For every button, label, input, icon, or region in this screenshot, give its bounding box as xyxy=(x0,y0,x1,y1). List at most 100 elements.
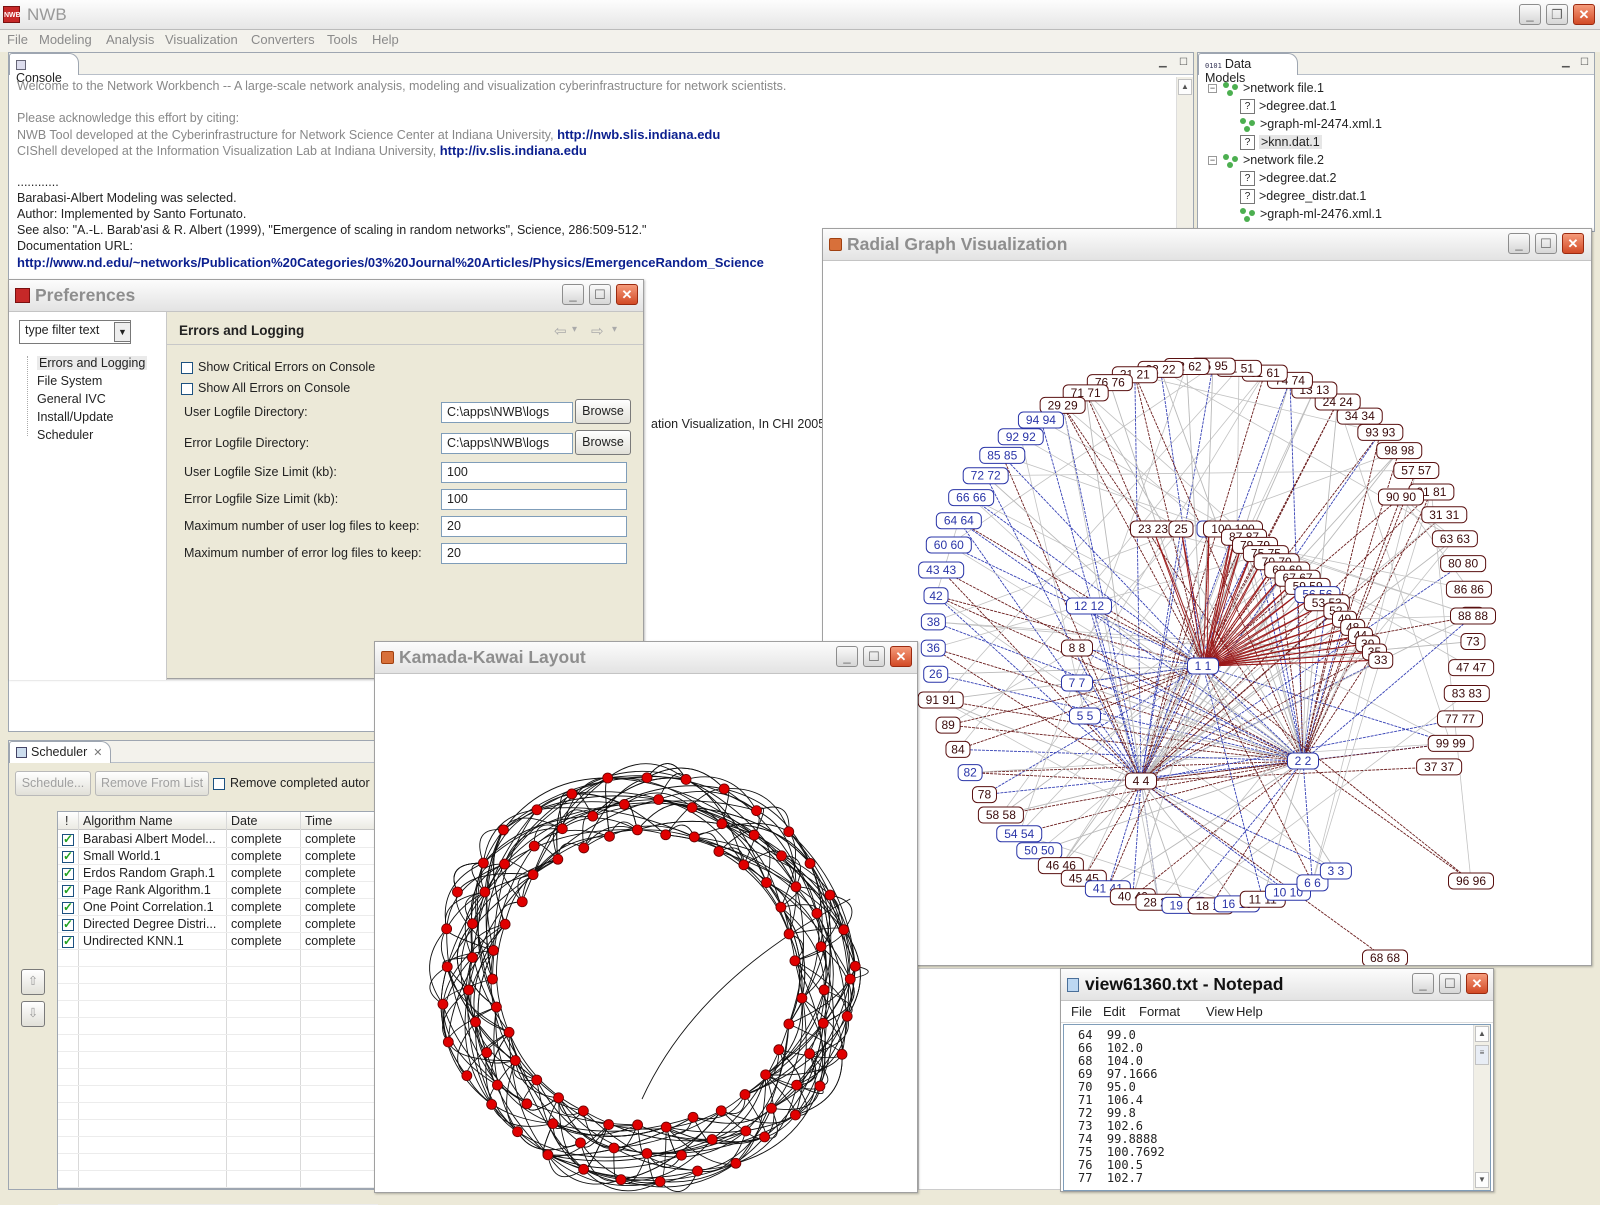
radial-node[interactable]: 26 xyxy=(923,665,949,683)
kk-node[interactable] xyxy=(660,829,672,841)
radial-graph-canvas[interactable]: 37 3799 9977 7783 8347 47736586 8680 806… xyxy=(823,261,1591,965)
radial-node[interactable]: 84 xyxy=(945,740,971,758)
kk-node[interactable] xyxy=(804,1048,815,1060)
tab-scheduler[interactable]: Scheduler ✕ xyxy=(9,741,111,763)
radial-node[interactable]: 29 29 xyxy=(1039,396,1086,414)
kk-node[interactable] xyxy=(817,1017,829,1029)
radial-node[interactable]: 88 88 xyxy=(1450,607,1496,625)
table-row[interactable]: Erdos Random Graph.1 complete complete xyxy=(58,866,378,882)
kk-node[interactable] xyxy=(492,1079,503,1091)
schedule-button[interactable]: Schedule... xyxy=(15,771,91,796)
preferences-minimize-button[interactable]: _ xyxy=(562,284,584,305)
notepad-menu-edit[interactable]: Edit xyxy=(1103,1004,1125,1019)
kk-node[interactable] xyxy=(553,1092,564,1104)
kk-node[interactable] xyxy=(838,924,850,936)
kk-node[interactable] xyxy=(715,1105,727,1117)
kk-node[interactable] xyxy=(783,1018,795,1030)
menu-visualization[interactable]: Visualization xyxy=(165,32,238,47)
radial-node[interactable]: 43 43 xyxy=(918,561,965,579)
radial-node[interactable]: 4 4 xyxy=(1125,772,1157,790)
notepad-menu-format[interactable]: Format xyxy=(1139,1004,1180,1019)
menu-modeling[interactable]: Modeling xyxy=(39,32,92,47)
kamada-maximize-button[interactable]: ☐ xyxy=(863,646,885,667)
radial-node[interactable]: 86 86 xyxy=(1445,580,1492,598)
kk-node[interactable] xyxy=(660,1121,672,1133)
notepad-text-area[interactable]: ▲ ≡ ▼ 64 99.0 66 102.0 68 104.0 69 97.1666 7… xyxy=(1063,1024,1491,1191)
radial-node[interactable]: 99 99 xyxy=(1427,734,1474,752)
kk-node[interactable] xyxy=(773,1044,785,1056)
kk-node[interactable] xyxy=(775,901,787,913)
pref-tree-general-ivc[interactable]: General IVC xyxy=(37,392,106,406)
kamada-close-button[interactable]: ✕ xyxy=(890,646,912,667)
minimize-button[interactable]: _ xyxy=(1519,4,1541,25)
radial-node[interactable]: 83 83 xyxy=(1443,685,1490,703)
menu-file[interactable]: File xyxy=(7,32,28,47)
table-row[interactable]: Directed Degree Distri... complete complet… xyxy=(58,917,378,933)
pref-tree-file-system[interactable]: File System xyxy=(37,374,102,388)
pref-field-input[interactable]: C:\apps\NWB\logs xyxy=(441,402,573,423)
data-model-item[interactable]: ? >knn.dat.1 xyxy=(1240,135,1322,151)
kk-node[interactable] xyxy=(804,858,816,869)
kk-node[interactable] xyxy=(442,1036,454,1048)
kk-node[interactable] xyxy=(849,960,861,972)
notepad-menu-view[interactable]: View xyxy=(1206,1004,1234,1019)
table-row[interactable]: Small World.1 complete complete xyxy=(58,849,378,865)
kk-node[interactable] xyxy=(653,794,664,805)
kk-node[interactable] xyxy=(791,1079,803,1091)
menu-converters[interactable]: Converters xyxy=(251,32,315,47)
kk-node[interactable] xyxy=(632,1119,643,1131)
pref-checkbox[interactable]: Show All Errors on Console xyxy=(181,381,350,395)
kk-node[interactable] xyxy=(499,918,511,930)
browse-button[interactable]: Browse xyxy=(575,399,631,424)
radial-minimize-button[interactable]: _ xyxy=(1508,233,1530,254)
kk-node[interactable] xyxy=(498,824,509,836)
tab-data-models[interactable]: 0101 Data Models xyxy=(1198,53,1298,85)
radial-node[interactable]: 77 77 xyxy=(1436,710,1483,728)
close-tab-icon[interactable]: ✕ xyxy=(93,747,102,759)
notepad-scrollbar[interactable]: ▲ ≡ ▼ xyxy=(1473,1025,1490,1190)
filter-dropdown-icon[interactable]: ▼ xyxy=(114,322,131,342)
kk-node[interactable] xyxy=(527,869,539,881)
kk-node[interactable] xyxy=(716,818,728,830)
kk-node[interactable] xyxy=(499,858,510,870)
radial-node[interactable]: 64 64 xyxy=(935,512,982,530)
radial-node[interactable]: 7 7 xyxy=(1061,674,1093,692)
kk-node[interactable] xyxy=(766,1102,777,1114)
kk-node[interactable] xyxy=(751,805,762,817)
kk-node[interactable] xyxy=(603,1119,615,1130)
radial-node[interactable]: 90 90 xyxy=(1378,488,1424,506)
kk-node[interactable] xyxy=(618,799,630,810)
kk-node[interactable] xyxy=(790,881,802,893)
kk-node[interactable] xyxy=(713,846,725,857)
radial-node[interactable]: 54 54 xyxy=(996,825,1043,843)
kk-node[interactable] xyxy=(463,984,475,996)
preferences-maximize-button[interactable]: ☐ xyxy=(589,284,611,305)
kk-node[interactable] xyxy=(479,886,491,898)
row-checkbox[interactable] xyxy=(62,866,74,880)
kk-node[interactable] xyxy=(748,829,760,841)
kk-node[interactable] xyxy=(783,826,795,838)
pref-field-input[interactable]: 20 xyxy=(441,543,627,564)
kk-node[interactable] xyxy=(688,831,700,843)
data-model-item[interactable]: >graph-ml-2474.xml.1 xyxy=(1240,117,1382,132)
kamada-minimize-button[interactable]: _ xyxy=(836,646,858,667)
kk-node[interactable] xyxy=(491,1001,502,1013)
kk-node[interactable] xyxy=(706,1134,718,1145)
notepad-menu-file[interactable]: File xyxy=(1071,1004,1092,1019)
kk-node[interactable] xyxy=(509,1055,521,1066)
radial-node[interactable]: 93 93 xyxy=(1357,423,1404,441)
console-link[interactable]: http://iv.slis.indiana.edu xyxy=(440,143,587,158)
kk-node[interactable] xyxy=(818,984,830,996)
radial-node[interactable]: 82 xyxy=(957,764,983,782)
kk-node[interactable] xyxy=(531,804,543,816)
kk-node[interactable] xyxy=(759,1131,770,1143)
radial-node[interactable]: 96 96 xyxy=(1448,872,1494,890)
pref-tree-errors-and-logging[interactable]: Errors and Logging xyxy=(37,356,148,370)
table-row[interactable]: Page Rank Algorithm.1 complete complete xyxy=(58,883,378,899)
checkbox[interactable] xyxy=(181,382,193,395)
kk-node[interactable] xyxy=(676,1149,687,1161)
browse-button[interactable]: Browse xyxy=(575,430,631,455)
table-row[interactable]: One Point Correlation.1 complete complete xyxy=(58,900,378,916)
remove-from-list-button[interactable]: Remove From List xyxy=(95,771,209,796)
radial-node[interactable]: 50 50 xyxy=(1016,842,1063,860)
